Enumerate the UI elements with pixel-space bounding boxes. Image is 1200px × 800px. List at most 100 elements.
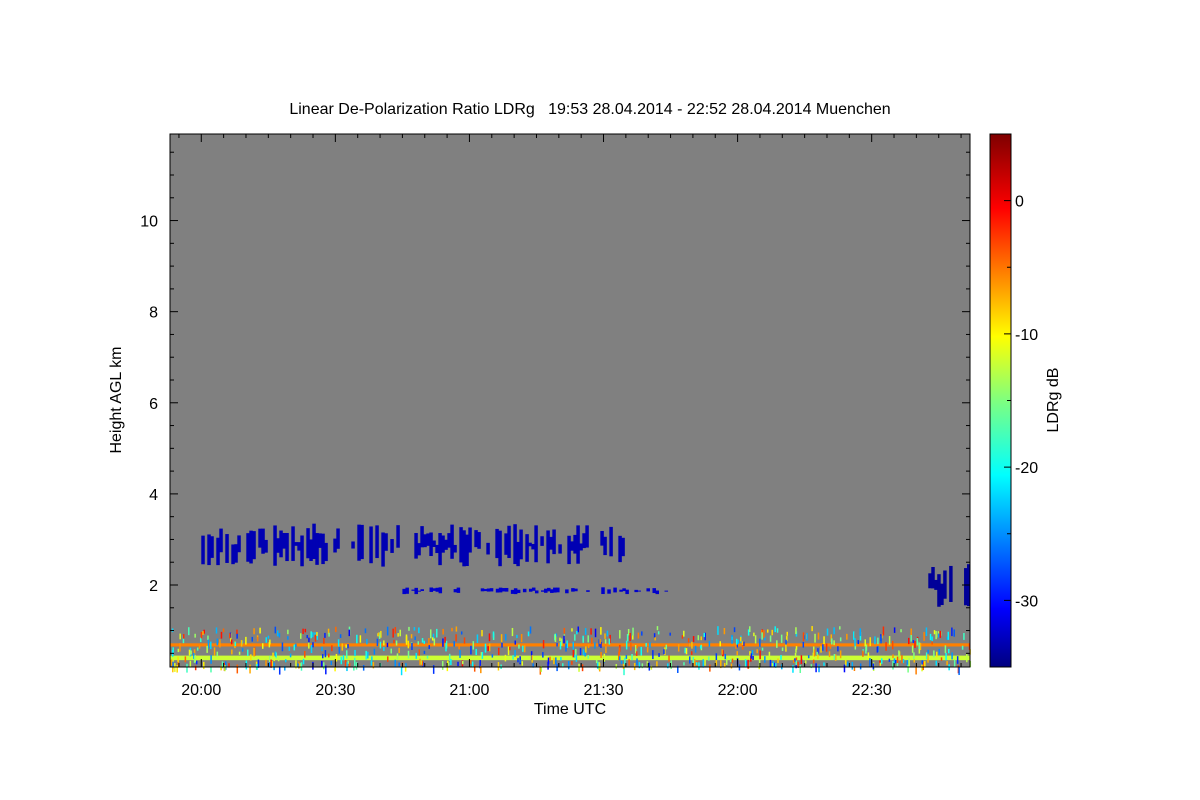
heat-cell xyxy=(577,626,580,633)
heat-cell xyxy=(869,637,871,647)
heat-cell xyxy=(393,639,395,644)
heat-cell xyxy=(857,640,860,645)
heat-cell xyxy=(504,633,507,641)
heat-cell xyxy=(621,537,625,557)
heat-cell xyxy=(272,652,274,657)
heat-cell xyxy=(733,627,736,633)
heat-cell xyxy=(432,665,435,674)
heat-cell xyxy=(681,635,684,639)
heat-cell xyxy=(677,644,680,652)
heat-cell xyxy=(261,528,265,554)
heat-cell xyxy=(481,630,483,637)
heat-cell xyxy=(771,663,774,667)
heat-cell xyxy=(553,657,555,665)
heat-cell xyxy=(704,657,706,666)
heat-cell xyxy=(481,651,484,659)
heat-cell xyxy=(892,660,894,670)
heat-cell xyxy=(604,639,607,644)
heat-cell xyxy=(207,639,210,649)
heat-cell xyxy=(410,634,413,639)
heat-cell xyxy=(776,640,778,648)
heat-cell xyxy=(581,664,584,672)
heat-cell xyxy=(585,646,587,653)
heat-cell xyxy=(829,644,832,649)
heat-cell xyxy=(925,652,928,660)
heat-cell xyxy=(622,663,625,669)
heat-cell xyxy=(390,539,394,553)
heat-cell xyxy=(249,530,253,564)
heat-cell xyxy=(958,666,960,676)
heat-cell xyxy=(833,653,836,660)
heat-cell xyxy=(297,542,301,551)
heat-cell xyxy=(259,627,261,634)
heat-cell xyxy=(356,634,358,644)
heat-cell xyxy=(428,638,430,646)
heat-cell xyxy=(215,627,218,634)
heat-cell xyxy=(306,528,310,559)
heat-cell xyxy=(498,530,502,567)
heat-cell xyxy=(383,640,385,646)
heat-cell xyxy=(567,535,571,565)
heat-cell xyxy=(552,529,556,555)
heat-cell xyxy=(799,665,802,674)
heat-cell xyxy=(375,525,379,559)
heat-cell xyxy=(224,665,226,672)
heat-cell xyxy=(347,644,349,649)
heat-cell xyxy=(601,587,605,595)
heat-cell xyxy=(843,664,846,673)
heat-cell xyxy=(421,660,424,666)
heat-cell xyxy=(447,533,451,548)
heat-cell xyxy=(519,659,522,663)
heat-cell xyxy=(694,645,697,653)
heat-cell xyxy=(213,647,216,656)
heat-cell xyxy=(814,633,816,643)
heat-cell xyxy=(749,651,751,656)
heat-cell xyxy=(279,530,283,558)
heat-cell xyxy=(278,666,281,675)
heat-cell xyxy=(366,638,368,645)
heat-cell xyxy=(405,636,408,645)
heat-cell xyxy=(823,662,825,666)
heat-cell xyxy=(396,525,400,548)
heat-cell xyxy=(908,637,910,645)
heat-cell xyxy=(911,645,914,653)
heat-cell xyxy=(177,648,180,653)
heat-cell xyxy=(931,641,933,645)
heat-cell xyxy=(544,588,548,593)
heat-cell xyxy=(600,627,602,635)
heat-cell xyxy=(498,587,503,593)
heat-cell xyxy=(415,652,417,659)
heat-cell xyxy=(587,644,590,649)
heat-cell xyxy=(935,631,937,640)
heat-cell xyxy=(780,634,783,643)
heat-cell xyxy=(553,587,557,593)
heat-cell xyxy=(567,660,570,670)
colorbar-tick-label: -10 xyxy=(1015,327,1038,344)
heat-cell xyxy=(737,639,740,644)
heat-cell xyxy=(949,565,953,602)
heat-cell xyxy=(811,626,813,632)
heat-cell xyxy=(339,634,342,638)
heat-cell xyxy=(531,655,533,663)
heat-cell xyxy=(369,526,373,564)
heat-cell xyxy=(607,589,611,594)
heat-cell xyxy=(264,539,268,553)
heat-cell xyxy=(768,651,771,657)
heat-cell xyxy=(546,530,550,564)
heat-cell xyxy=(606,630,609,637)
heat-cell xyxy=(708,656,710,661)
heat-cell xyxy=(735,644,737,649)
heat-cell xyxy=(509,646,511,651)
heat-cell xyxy=(947,631,950,640)
heat-cell xyxy=(300,633,302,639)
heat-cell xyxy=(324,632,326,638)
heat-cell xyxy=(310,631,312,639)
heat-cell xyxy=(236,664,239,674)
heat-cell xyxy=(253,647,255,657)
heat-cell xyxy=(828,651,831,658)
heat-cell xyxy=(582,533,586,549)
heat-cell xyxy=(276,538,280,553)
heat-cell xyxy=(963,633,965,640)
heat-cell xyxy=(943,570,947,599)
heat-cell xyxy=(302,628,304,635)
